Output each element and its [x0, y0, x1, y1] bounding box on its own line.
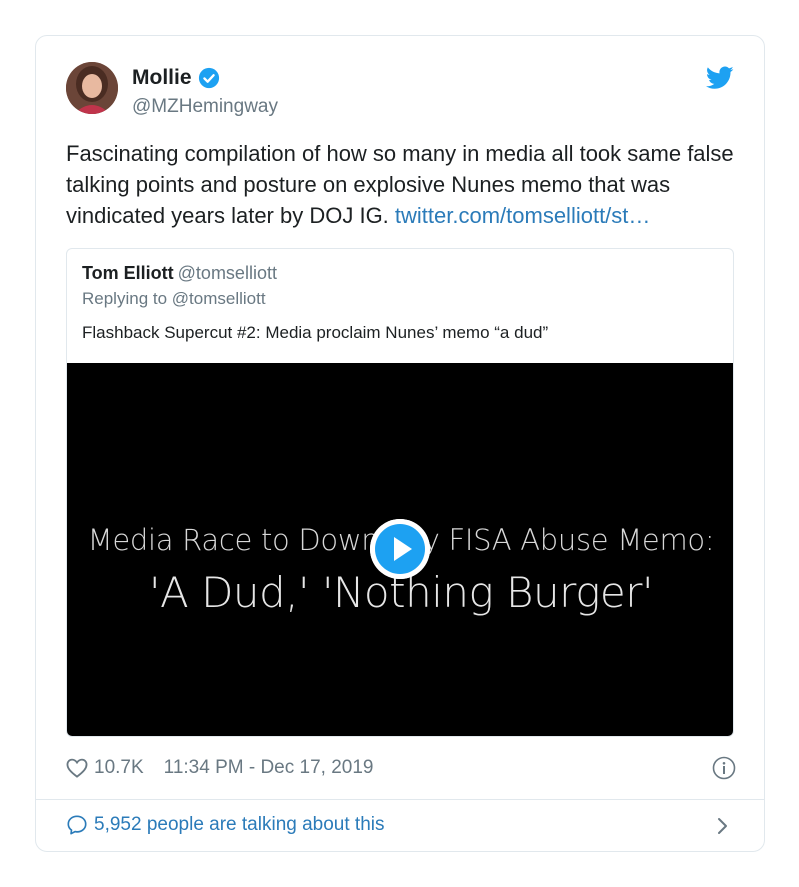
verified-icon	[198, 67, 220, 89]
quoted-author-handle: @tomselliott	[177, 263, 277, 283]
timestamp[interactable]: 11:34 PM - Dec 17, 2019	[164, 757, 374, 779]
chevron-right-icon[interactable]	[716, 816, 730, 836]
divider	[36, 799, 764, 800]
quoted-author-name: Tom Elliott	[82, 263, 174, 283]
avatar[interactable]	[66, 62, 118, 114]
conversation-count[interactable]: 5,952 people are talking about this	[94, 814, 385, 836]
quoted-text: Flashback Supercut #2: Media proclaim Nu…	[82, 323, 549, 342]
author-name-text[interactable]: Mollie	[132, 66, 192, 90]
conversation-link[interactable]: 5,952 people are talking about this	[66, 812, 385, 838]
tweet-text: Fascinating compilation of how so many i…	[66, 138, 746, 231]
quoted-author[interactable]: Tom Elliott @tomselliott	[82, 263, 277, 284]
quoted-reply-context: Replying to @tomselliott	[82, 289, 266, 308]
tweet-meta: 10.7K 11:34 PM - Dec 17, 2019	[66, 754, 736, 782]
author-name[interactable]: Mollie	[132, 66, 220, 90]
comment-bubble-icon	[66, 814, 88, 836]
info-icon[interactable]	[712, 756, 736, 780]
heart-icon[interactable]	[66, 758, 88, 778]
tweet-link[interactable]: twitter.com/tomselliott/st…	[395, 203, 651, 228]
quoted-tweet[interactable]: Tom Elliott @tomselliott Replying to @tom…	[66, 248, 734, 737]
like-count[interactable]: 10.7K	[94, 757, 144, 779]
video-player[interactable]: Media Race to Downplay FISA Abuse Memo: …	[67, 363, 733, 736]
play-icon[interactable]	[370, 519, 430, 579]
tweet-card: Mollie @MZHemingway Fascinating compilat…	[35, 35, 765, 852]
twitter-bird-icon[interactable]	[705, 66, 734, 90]
author-handle[interactable]: @MZHemingway	[132, 96, 278, 118]
